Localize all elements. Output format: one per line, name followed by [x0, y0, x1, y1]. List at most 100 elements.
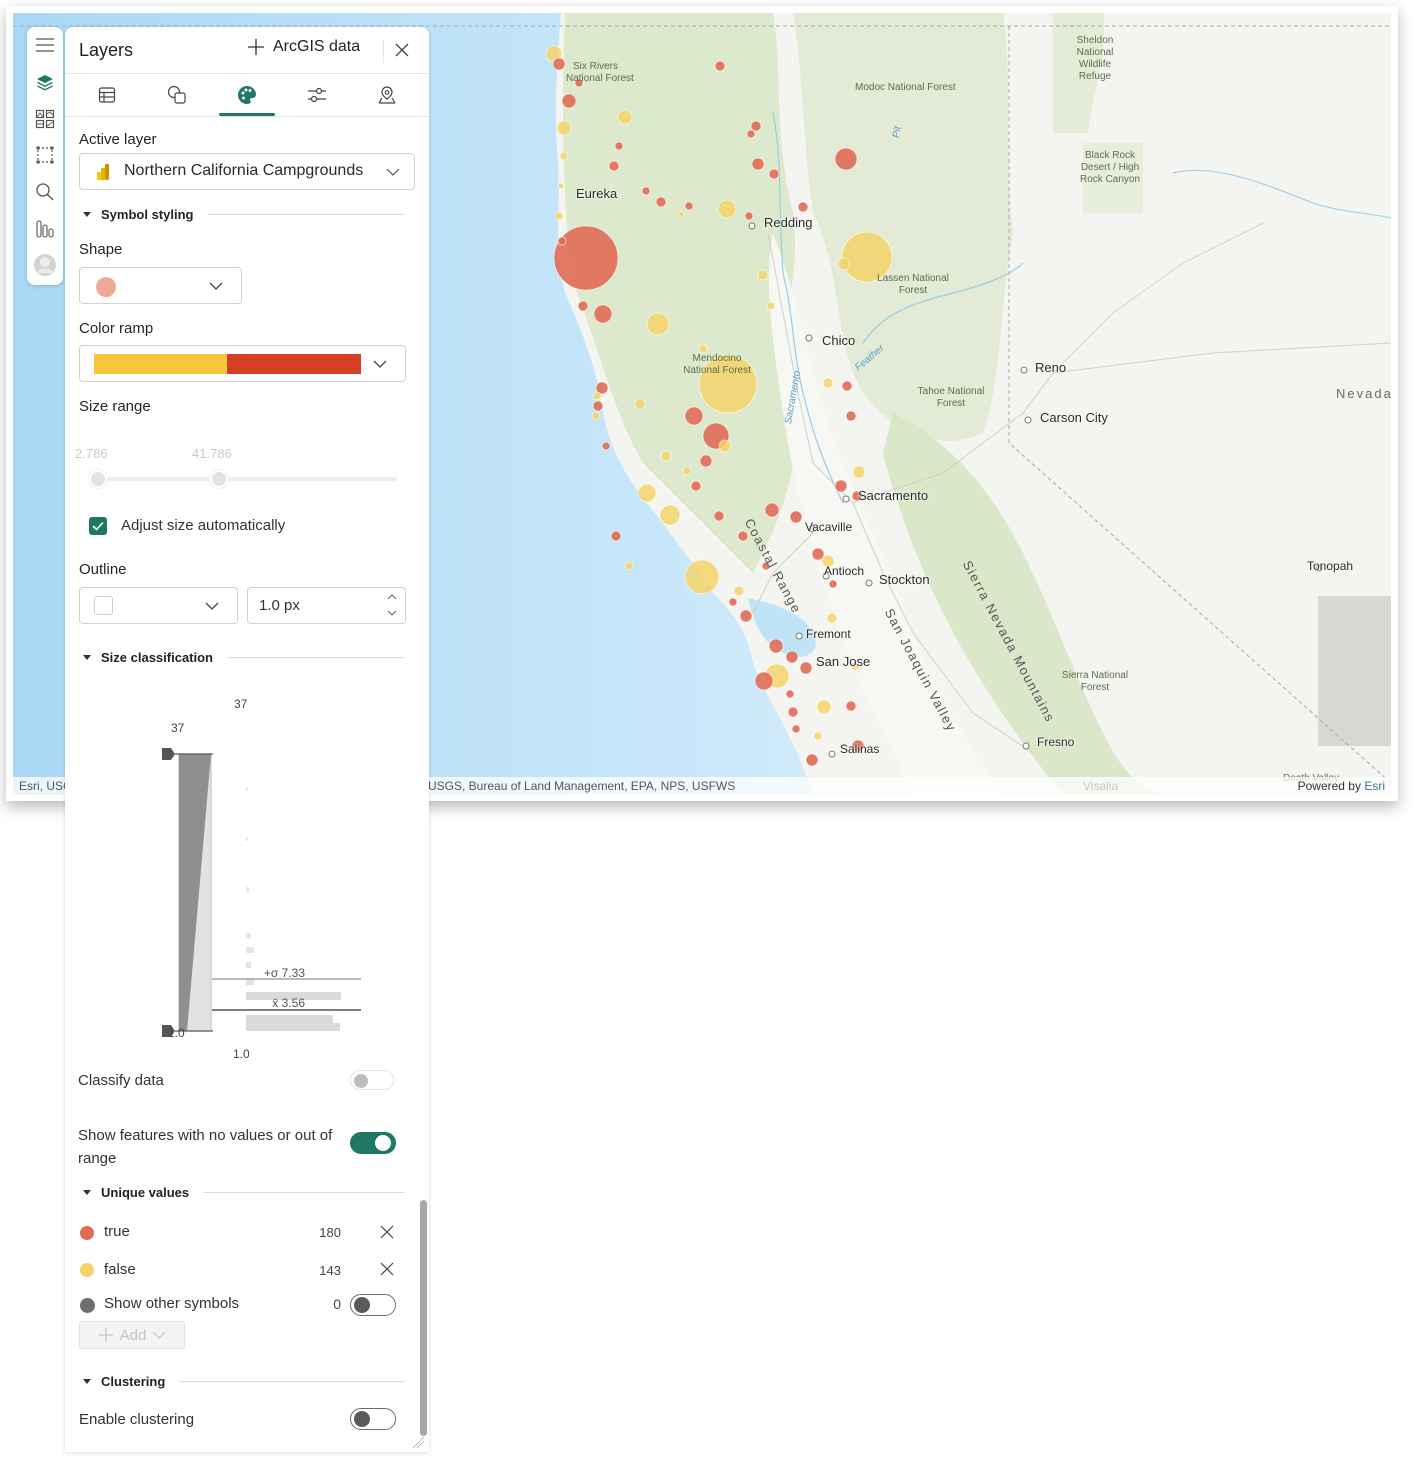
campground-point[interactable]	[768, 638, 784, 654]
campground-point[interactable]	[593, 304, 613, 324]
campground-point[interactable]	[660, 450, 672, 462]
campground-point[interactable]	[684, 559, 720, 595]
campground-point[interactable]	[837, 257, 851, 271]
true-symbol-swatch[interactable]	[80, 1226, 94, 1240]
campground-point[interactable]	[822, 377, 834, 389]
color-ramp-select[interactable]	[79, 345, 406, 382]
campground-point[interactable]	[591, 411, 601, 421]
campground-point[interactable]	[789, 510, 803, 524]
campground-point[interactable]	[592, 400, 604, 412]
campground-point[interactable]	[733, 585, 745, 597]
campground-point[interactable]	[852, 465, 866, 479]
campground-point[interactable]	[845, 700, 857, 712]
campground-point[interactable]	[718, 439, 732, 453]
size-min-handle[interactable]	[89, 470, 107, 488]
campground-point[interactable]	[717, 199, 737, 219]
clustering-section-toggle[interactable]: Clustering	[83, 1372, 405, 1390]
campground-point[interactable]	[624, 561, 634, 571]
campground-point[interactable]	[577, 300, 589, 312]
stepper-down-icon[interactable]	[387, 610, 397, 616]
campground-point[interactable]	[834, 147, 858, 171]
shape-select[interactable]	[79, 267, 242, 304]
panel-scrollbar[interactable]	[420, 1200, 427, 1436]
false-symbol-swatch[interactable]	[80, 1263, 94, 1277]
campground-point[interactable]	[682, 466, 692, 476]
campground-point[interactable]	[684, 201, 694, 211]
remove-value-button[interactable]	[378, 1223, 396, 1241]
campground-point[interactable]	[677, 210, 685, 218]
campground-point[interactable]	[746, 129, 756, 139]
campground-point[interactable]	[561, 93, 577, 109]
campground-point[interactable]	[816, 699, 832, 715]
campground-point[interactable]	[828, 579, 838, 589]
campground-point[interactable]	[751, 157, 765, 171]
enable-clustering-toggle[interactable]	[350, 1408, 396, 1430]
campground-point[interactable]	[811, 547, 825, 561]
campground-point[interactable]	[768, 168, 780, 180]
campground-point[interactable]	[785, 689, 795, 699]
analytics-button[interactable]	[27, 212, 63, 246]
campground-point[interactable]	[728, 597, 738, 607]
campground-point[interactable]	[713, 510, 725, 522]
stepper-up-icon[interactable]	[387, 594, 397, 600]
campground-point[interactable]	[617, 109, 633, 125]
campground-point[interactable]	[739, 609, 753, 623]
add-value-button[interactable]: Add	[79, 1321, 185, 1349]
campground-point[interactable]	[813, 731, 823, 741]
esri-link[interactable]: Esri	[1364, 779, 1385, 793]
campground-point[interactable]	[698, 344, 708, 354]
adjust-size-checkbox[interactable]	[89, 517, 107, 535]
campground-point[interactable]	[592, 391, 602, 401]
campground-point[interactable]	[787, 706, 799, 718]
campground-point[interactable]	[557, 182, 565, 190]
other-symbol-swatch[interactable]	[80, 1298, 95, 1313]
campground-point[interactable]	[797, 201, 809, 213]
campground-point[interactable]	[641, 186, 651, 196]
campground-point[interactable]	[655, 196, 667, 208]
menu-button[interactable]	[27, 28, 63, 62]
campground-point[interactable]	[845, 410, 857, 422]
show-other-symbols-toggle[interactable]	[350, 1294, 396, 1316]
remove-value-button[interactable]	[378, 1260, 396, 1278]
tab-symbology[interactable]	[219, 74, 275, 116]
campground-point[interactable]	[552, 57, 566, 71]
campground-point[interactable]	[826, 612, 838, 624]
campground-point[interactable]	[608, 160, 620, 172]
account-button[interactable]	[27, 248, 63, 282]
classify-data-toggle[interactable]	[350, 1070, 394, 1090]
campground-point[interactable]	[637, 483, 657, 503]
tab-layer-shapes[interactable]	[149, 74, 205, 116]
show-no-values-toggle[interactable]	[350, 1132, 396, 1154]
active-layer-select[interactable]: Northern California Campgrounds	[79, 153, 415, 190]
campground-point[interactable]	[553, 225, 619, 291]
campground-point[interactable]	[684, 406, 704, 426]
campground-point[interactable]	[785, 650, 799, 664]
campground-point[interactable]	[699, 454, 713, 468]
campground-point[interactable]	[690, 480, 702, 492]
symbol-styling-section-toggle[interactable]: Symbol styling	[83, 205, 405, 223]
campground-point[interactable]	[556, 120, 572, 136]
resize-grip-icon[interactable]	[411, 1435, 425, 1449]
size-range-slider-track[interactable]	[95, 477, 397, 481]
campground-point[interactable]	[750, 120, 762, 132]
unique-values-section-toggle[interactable]: Unique values	[83, 1183, 405, 1201]
campground-point[interactable]	[714, 60, 726, 72]
basemap-button[interactable]	[27, 102, 63, 136]
tab-settings[interactable]	[289, 74, 345, 116]
close-panel-button[interactable]	[391, 39, 413, 61]
campground-point[interactable]	[610, 530, 622, 542]
campground-point[interactable]	[554, 211, 564, 221]
campground-point[interactable]	[791, 724, 801, 734]
campground-point[interactable]	[757, 269, 769, 281]
campground-point[interactable]	[841, 380, 853, 392]
campground-point[interactable]	[764, 502, 780, 518]
campground-point[interactable]	[646, 312, 670, 336]
campground-point[interactable]	[805, 753, 819, 767]
outline-width-input[interactable]: 1.0 px	[247, 587, 406, 624]
campground-point[interactable]	[659, 504, 681, 526]
select-button[interactable]	[27, 138, 63, 172]
outline-color-select[interactable]	[79, 587, 238, 624]
campground-point[interactable]	[754, 671, 774, 691]
campground-point[interactable]	[834, 479, 848, 493]
campground-point[interactable]	[744, 211, 754, 221]
